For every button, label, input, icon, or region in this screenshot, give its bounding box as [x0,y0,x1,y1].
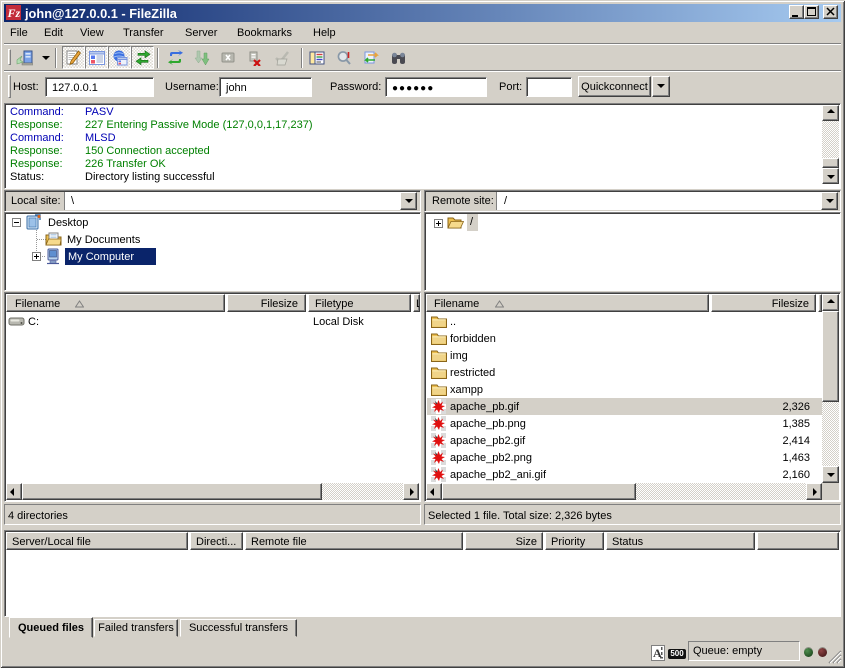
svg-text:Fz: Fz [7,6,21,20]
